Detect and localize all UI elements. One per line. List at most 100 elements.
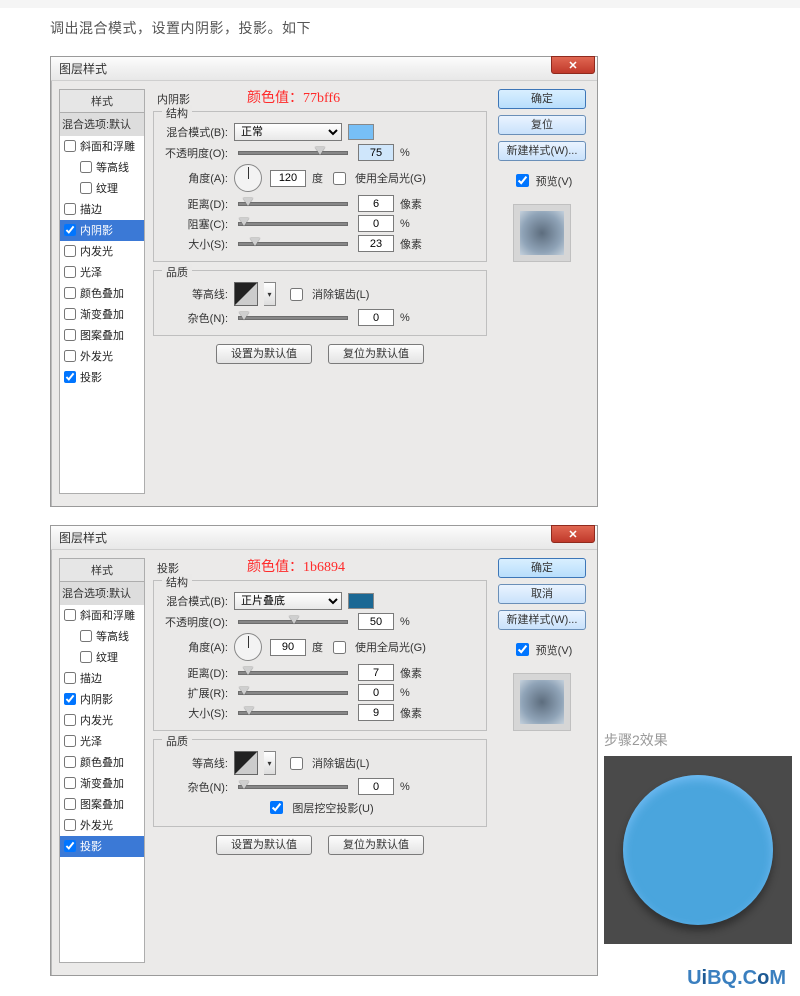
style-item-outer-glow[interactable]: 外发光 — [60, 346, 144, 367]
checkbox[interactable] — [64, 329, 76, 341]
style-item-gradient-overlay[interactable]: 渐变叠加 — [60, 304, 144, 325]
checkbox[interactable] — [64, 840, 76, 852]
ok-button[interactable]: 确定 — [498, 558, 586, 578]
style-item-satin[interactable]: 光泽 — [60, 731, 144, 752]
size-input[interactable] — [358, 704, 394, 721]
checkbox[interactable] — [64, 245, 76, 257]
size-slider[interactable] — [238, 711, 348, 715]
checkbox[interactable] — [80, 161, 92, 173]
checkbox[interactable] — [64, 203, 76, 215]
style-item-texture[interactable]: 纹理 — [60, 178, 144, 199]
restore-default-button[interactable]: 复位为默认值 — [328, 344, 424, 364]
cancel-button[interactable]: 取消 — [498, 584, 586, 604]
style-item-contour[interactable]: 等高线 — [60, 626, 144, 647]
opacity-slider[interactable] — [238, 620, 348, 624]
color-swatch[interactable] — [348, 593, 374, 609]
blend-options-item[interactable]: 混合选项:默认 — [60, 113, 144, 136]
distance-slider[interactable] — [238, 671, 348, 675]
new-style-button[interactable]: 新建样式(W)... — [498, 610, 586, 630]
opacity-input[interactable] — [358, 144, 394, 161]
anti-alias-checkbox[interactable] — [290, 757, 303, 770]
close-button[interactable]: ✕ — [551, 525, 595, 543]
style-item-color-overlay[interactable]: 颜色叠加 — [60, 752, 144, 773]
checkbox[interactable] — [64, 224, 76, 236]
blend-options-item[interactable]: 混合选项:默认 — [60, 582, 144, 605]
style-item-stroke[interactable]: 描边 — [60, 668, 144, 689]
blend-mode-select[interactable]: 正常 — [234, 123, 342, 141]
choke-slider[interactable] — [238, 222, 348, 226]
knockout-checkbox[interactable] — [270, 801, 283, 814]
style-item-inner-shadow[interactable]: 内阴影 — [60, 689, 144, 710]
checkbox[interactable] — [64, 777, 76, 789]
checkbox[interactable] — [64, 140, 76, 152]
style-item-gradient-overlay[interactable]: 渐变叠加 — [60, 773, 144, 794]
style-item-satin[interactable]: 光泽 — [60, 262, 144, 283]
checkbox[interactable] — [64, 672, 76, 684]
style-item-drop-shadow[interactable]: 投影 — [60, 836, 144, 857]
new-style-button[interactable]: 新建样式(W)... — [498, 141, 586, 161]
style-item-drop-shadow[interactable]: 投影 — [60, 367, 144, 388]
style-item-pattern-overlay[interactable]: 图案叠加 — [60, 325, 144, 346]
distance-slider[interactable] — [238, 202, 348, 206]
anti-alias-checkbox[interactable] — [290, 288, 303, 301]
noise-input[interactable] — [358, 309, 394, 326]
contour-dropdown[interactable]: ▾ — [264, 751, 276, 775]
reset-button[interactable]: 复位 — [498, 115, 586, 135]
restore-default-button[interactable]: 复位为默认值 — [328, 835, 424, 855]
angle-dial[interactable] — [234, 633, 262, 661]
angle-input[interactable] — [270, 639, 306, 656]
style-item-bevel[interactable]: 斜面和浮雕 — [60, 136, 144, 157]
close-button[interactable]: ✕ — [551, 56, 595, 74]
spread-input[interactable] — [358, 684, 394, 701]
contour-swatch[interactable] — [234, 282, 258, 306]
preview-checkbox[interactable] — [516, 643, 529, 656]
angle-dial[interactable] — [234, 164, 262, 192]
style-item-stroke[interactable]: 描边 — [60, 199, 144, 220]
blend-mode-select[interactable]: 正片叠底 — [234, 592, 342, 610]
set-default-button[interactable]: 设置为默认值 — [216, 835, 312, 855]
checkbox[interactable] — [64, 819, 76, 831]
style-item-contour[interactable]: 等高线 — [60, 157, 144, 178]
contour-swatch[interactable] — [234, 751, 258, 775]
opacity-input[interactable] — [358, 613, 394, 630]
checkbox[interactable] — [64, 756, 76, 768]
ok-button[interactable]: 确定 — [498, 89, 586, 109]
spread-slider[interactable] — [238, 691, 348, 695]
checkbox[interactable] — [64, 308, 76, 320]
style-item-inner-glow[interactable]: 内发光 — [60, 710, 144, 731]
checkbox[interactable] — [64, 371, 76, 383]
style-item-texture[interactable]: 纹理 — [60, 647, 144, 668]
global-light-checkbox[interactable] — [333, 172, 346, 185]
choke-input[interactable] — [358, 215, 394, 232]
noise-slider[interactable] — [238, 785, 348, 789]
distance-input[interactable] — [358, 664, 394, 681]
checkbox[interactable] — [64, 350, 76, 362]
checkbox[interactable] — [80, 182, 92, 194]
style-item-inner-shadow[interactable]: 内阴影 — [60, 220, 144, 241]
contour-dropdown[interactable]: ▾ — [264, 282, 276, 306]
angle-input[interactable] — [270, 170, 306, 187]
set-default-button[interactable]: 设置为默认值 — [216, 344, 312, 364]
style-item-inner-glow[interactable]: 内发光 — [60, 241, 144, 262]
checkbox[interactable] — [64, 714, 76, 726]
distance-input[interactable] — [358, 195, 394, 212]
size-slider[interactable] — [238, 242, 348, 246]
noise-input[interactable] — [358, 778, 394, 795]
checkbox[interactable] — [64, 609, 76, 621]
checkbox[interactable] — [64, 693, 76, 705]
checkbox[interactable] — [64, 798, 76, 810]
style-item-pattern-overlay[interactable]: 图案叠加 — [60, 794, 144, 815]
global-light-checkbox[interactable] — [333, 641, 346, 654]
checkbox[interactable] — [64, 287, 76, 299]
style-item-color-overlay[interactable]: 颜色叠加 — [60, 283, 144, 304]
preview-checkbox[interactable] — [516, 174, 529, 187]
checkbox[interactable] — [80, 630, 92, 642]
checkbox[interactable] — [80, 651, 92, 663]
style-item-outer-glow[interactable]: 外发光 — [60, 815, 144, 836]
style-item-bevel[interactable]: 斜面和浮雕 — [60, 605, 144, 626]
size-input[interactable] — [358, 235, 394, 252]
noise-slider[interactable] — [238, 316, 348, 320]
checkbox[interactable] — [64, 735, 76, 747]
color-swatch[interactable] — [348, 124, 374, 140]
checkbox[interactable] — [64, 266, 76, 278]
